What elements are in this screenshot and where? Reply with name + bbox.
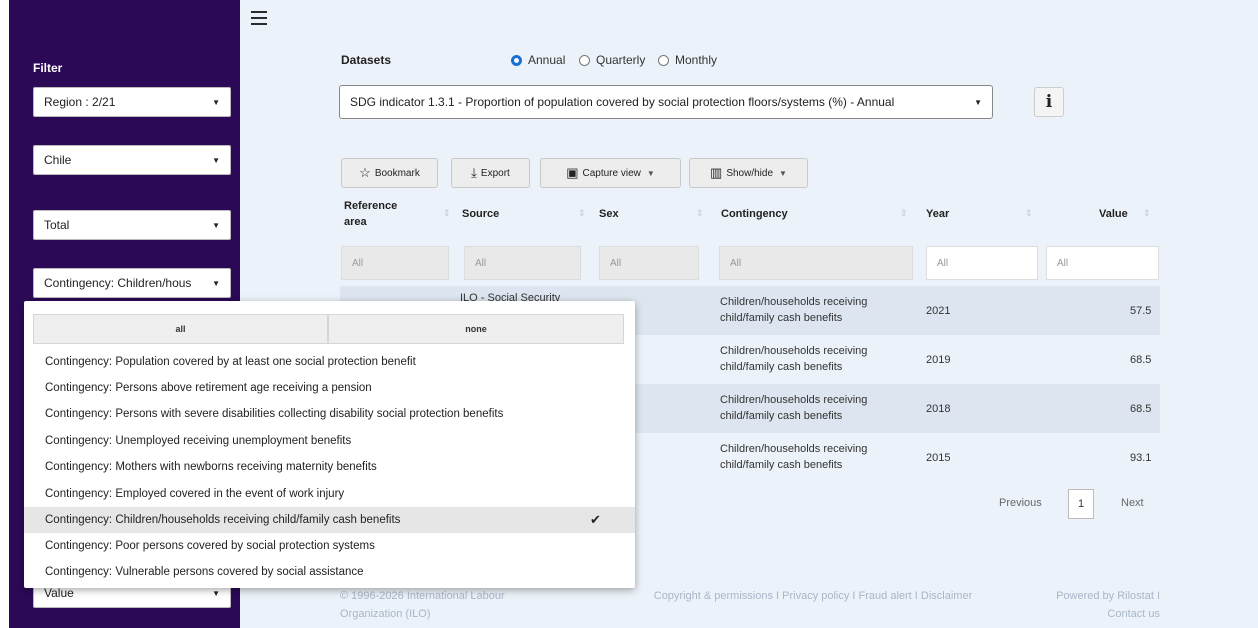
country-filter-select[interactable]: Chile ▼ xyxy=(33,145,231,175)
header-year[interactable]: Year xyxy=(926,206,949,222)
filter-contingency-input[interactable]: All xyxy=(719,246,913,280)
value-cell: 68.5 xyxy=(1130,354,1152,366)
contingency-cell: Children/households receiving child/fami… xyxy=(720,296,868,324)
footer-links[interactable]: Copyright & permissions I Privacy policy… xyxy=(633,587,993,605)
radio-monthly[interactable]: Monthly xyxy=(658,53,717,67)
year-cell: 2019 xyxy=(926,354,951,366)
radio-annual-label: Annual xyxy=(528,53,566,67)
select-all-button[interactable]: all xyxy=(33,314,328,344)
radio-monthly-label: Monthly xyxy=(675,53,718,67)
sex-filter-label: Total xyxy=(44,218,70,232)
radio-annual[interactable]: Annual xyxy=(511,53,565,67)
year-cell: 2015 xyxy=(926,452,951,464)
chevron-down-icon: ▼ xyxy=(212,220,220,230)
value-cell: 57.5 xyxy=(1130,305,1152,317)
radio-quarterly-label: Quarterly xyxy=(596,53,646,67)
value-filter-label: Value xyxy=(44,586,74,600)
dropdown-option[interactable]: Contingency: Population covered by at le… xyxy=(24,349,635,375)
year-cell: 2021 xyxy=(926,305,951,317)
dropdown-option-selected[interactable]: Contingency: Children/households receivi… xyxy=(24,507,635,533)
capture-view-label: Capture view xyxy=(582,167,641,179)
dropdown-option[interactable]: Contingency: Employed covered in the eve… xyxy=(24,481,635,507)
bookmark-label: Bookmark xyxy=(374,167,420,179)
info-button[interactable]: i xyxy=(1034,87,1064,117)
star-icon: ☆ xyxy=(359,165,371,180)
sort-icon[interactable]: ⇕ xyxy=(900,208,908,219)
dataset-select[interactable]: SDG indicator 1.3.1 - Proportion of popu… xyxy=(339,85,993,119)
radio-unselected-icon xyxy=(658,54,669,66)
sort-icon[interactable]: ⇕ xyxy=(443,208,451,219)
camera-icon: ▣ xyxy=(566,165,579,180)
next-page-button[interactable]: Next xyxy=(1121,497,1144,509)
show-hide-button[interactable]: ▥ Show/hide ▼ xyxy=(689,158,808,188)
radio-selected-icon xyxy=(511,54,522,66)
region-filter-label: Region : 2/21 xyxy=(44,95,116,109)
page-1-button[interactable]: 1 xyxy=(1068,489,1094,519)
sort-icon[interactable]: ⇕ xyxy=(1025,208,1033,219)
sort-icon[interactable]: ⇕ xyxy=(578,208,586,219)
check-icon: ✔ xyxy=(590,512,601,527)
columns-icon: ▥ xyxy=(710,165,723,180)
contingency-cell: Children/households receiving child/fami… xyxy=(720,394,868,422)
previous-page-button[interactable]: Previous xyxy=(999,497,1042,509)
filter-year-input[interactable]: All xyxy=(926,246,1038,280)
datasets-label: Datasets xyxy=(341,53,392,67)
footer-powered-by[interactable]: Powered by Rilostat I Contact us xyxy=(1020,587,1160,623)
sort-icon[interactable]: ⇕ xyxy=(696,208,704,219)
download-icon: ⤓ xyxy=(471,165,477,180)
capture-view-button[interactable]: ▣ Capture view ▼ xyxy=(540,158,681,188)
show-hide-label: Show/hide xyxy=(726,167,774,179)
filter-sex-input[interactable]: All xyxy=(599,246,699,280)
contingency-filter-label: Contingency: Children/hous xyxy=(44,276,192,290)
header-value[interactable]: Value xyxy=(1099,206,1128,222)
sex-filter-select[interactable]: Total ▼ xyxy=(33,210,231,240)
chevron-down-icon: ▼ xyxy=(212,278,220,288)
country-filter-label: Chile xyxy=(44,153,72,167)
menu-icon[interactable] xyxy=(251,11,267,25)
dropdown-option[interactable]: Contingency: Mothers with newborns recei… xyxy=(24,454,635,480)
dropdown-option[interactable]: Contingency: Vulnerable persons covered … xyxy=(24,559,635,585)
value-cell: 68.5 xyxy=(1130,403,1152,415)
chevron-down-icon: ▼ xyxy=(212,155,220,165)
chevron-down-icon: ▼ xyxy=(212,97,220,107)
export-button[interactable]: ⤓ Export xyxy=(451,158,530,188)
dropdown-option[interactable]: Contingency: Persons with severe disabil… xyxy=(24,401,635,427)
bookmark-button[interactable]: ☆ Bookmark xyxy=(341,158,438,188)
contingency-filter-select[interactable]: Contingency: Children/hous ▼ xyxy=(33,268,231,298)
dropdown-option[interactable]: Contingency: Unemployed receiving unempl… xyxy=(24,428,635,454)
dropdown-option[interactable]: Contingency: Persons above retirement ag… xyxy=(24,375,635,401)
chevron-down-icon: ▼ xyxy=(212,588,220,598)
header-sex[interactable]: Sex xyxy=(599,206,619,222)
header-source[interactable]: Source xyxy=(462,206,499,222)
dropdown-option-label: Contingency: Children/households receivi… xyxy=(45,514,401,526)
dropdown-option[interactable]: Contingency: Poor persons covered by soc… xyxy=(24,533,635,559)
header-contingency[interactable]: Contingency xyxy=(721,206,788,222)
contingency-dropdown-menu: all none Contingency: Population covered… xyxy=(24,301,635,588)
header-reference-area[interactable]: Reference area xyxy=(344,198,414,230)
filter-source-input[interactable]: All xyxy=(464,246,581,280)
chevron-down-icon: ▼ xyxy=(974,97,982,107)
export-label: Export xyxy=(480,167,510,179)
sort-icon[interactable]: ⇕ xyxy=(1143,208,1151,219)
filter-value-input[interactable]: All xyxy=(1046,246,1159,280)
contingency-cell: Children/households receiving child/fami… xyxy=(720,443,868,471)
footer-copyright: © 1996-2026 International Labour Organiz… xyxy=(340,590,505,620)
filter-reference-area-input[interactable]: All xyxy=(341,246,449,280)
chevron-down-icon: ▼ xyxy=(779,168,787,178)
value-cell: 93.1 xyxy=(1130,452,1152,464)
radio-quarterly[interactable]: Quarterly xyxy=(579,53,645,67)
region-filter-select[interactable]: Region : 2/21 ▼ xyxy=(33,87,231,117)
chevron-down-icon: ▼ xyxy=(646,168,655,178)
filter-title: Filter xyxy=(33,61,63,75)
dataset-select-value: SDG indicator 1.3.1 - Proportion of popu… xyxy=(350,95,895,109)
select-none-button[interactable]: none xyxy=(328,314,624,344)
contingency-cell: Children/households receiving child/fami… xyxy=(720,345,868,373)
year-cell: 2018 xyxy=(926,403,951,415)
radio-unselected-icon xyxy=(579,54,590,66)
